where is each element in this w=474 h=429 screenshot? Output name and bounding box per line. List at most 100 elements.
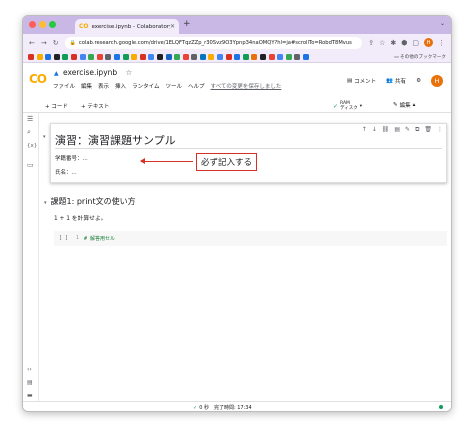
table-of-contents-icon[interactable]: ☰ (27, 115, 33, 123)
bookmark-icon[interactable] (79, 53, 86, 60)
close-window-icon[interactable] (29, 21, 36, 28)
extensions-puzzle-icon[interactable]: ⬢ (401, 39, 407, 47)
bookmark-icon[interactable] (156, 53, 163, 60)
bookmark-icon[interactable] (131, 53, 138, 60)
bookmark-icon[interactable] (225, 53, 232, 60)
share-button[interactable]: 👥 共有 (386, 77, 406, 85)
variables-icon[interactable]: {x} (27, 143, 37, 149)
collapse-section-icon[interactable]: ▾ (43, 134, 46, 140)
menu-runtime[interactable]: ランタイム (132, 82, 159, 90)
bookmark-icon[interactable] (251, 53, 258, 60)
forward-icon[interactable]: → (41, 39, 47, 47)
save-status[interactable]: すべての変更を保存しました (210, 82, 281, 90)
search-icon[interactable]: ⌕ (27, 128, 31, 137)
bookmark-icon[interactable] (122, 53, 129, 60)
move-up-icon[interactable]: ↑ (362, 126, 367, 134)
bookmark-icon[interactable] (165, 53, 172, 60)
resource-indicator[interactable]: ✓ RAM ディスク ▾ (333, 101, 362, 111)
code-comment[interactable]: # 解答用セル (84, 235, 115, 242)
minimize-window-icon[interactable] (39, 21, 46, 28)
bookmark-icon[interactable] (294, 53, 301, 60)
bookmark-icon[interactable] (45, 53, 52, 60)
bookmark-icon[interactable] (303, 53, 309, 60)
bookmark-icon[interactable] (88, 53, 95, 60)
delete-cell-icon[interactable]: 🗑 (424, 126, 432, 134)
browser-menu-icon[interactable]: ⋮ (438, 39, 445, 47)
notebook-content: ▾ ↑ ↓ ⛓ ▤ ✎ ⧉ 🗑 ⋮ 演習：演習課題サンプル 学籍番号：... 氏… (40, 113, 451, 403)
bookmark-icon[interactable] (234, 53, 241, 60)
menu-help[interactable]: ヘルプ (188, 82, 205, 90)
star-icon[interactable]: ☆ (126, 68, 133, 77)
bookmark-icon[interactable] (62, 53, 69, 60)
resource-dropdown-icon[interactable]: ▾ (360, 104, 362, 109)
bookmark-icon[interactable] (113, 53, 120, 60)
bookmark-icon[interactable] (36, 53, 43, 60)
comment-button[interactable]: ▤ コメント (347, 77, 376, 85)
bookmark-icon[interactable] (70, 53, 77, 60)
terminal-icon[interactable]: ▬ (27, 392, 33, 399)
link-icon[interactable]: ⛓ (382, 126, 390, 134)
bookmark-icon[interactable] (174, 53, 181, 60)
bookmark-icon[interactable] (182, 53, 189, 60)
header-actions: ▤ コメント 👥 共有 ⚙ H (347, 75, 443, 87)
bookmark-star-icon[interactable]: ☆ (379, 39, 385, 47)
sidepanel-icon[interactable]: ▢ (412, 39, 419, 47)
profile-avatar[interactable]: H (424, 38, 433, 47)
bookmark-icon[interactable] (105, 53, 112, 60)
back-icon[interactable]: ← (29, 39, 35, 47)
left-sidebar: ☰ ⌕ {x} ▭ ‹› ▤ ▬ (23, 113, 39, 403)
section-heading[interactable]: ▾ 課題1: print文の使い方 (44, 196, 136, 207)
menu-file[interactable]: ファイル (53, 82, 75, 90)
text-cell[interactable]: ▾ ↑ ↓ ⛓ ▤ ✎ ⧉ 🗑 ⋮ 演習：演習課題サンプル 学籍番号：... 氏… (43, 123, 447, 183)
bookmark-icon[interactable] (208, 53, 215, 60)
account-avatar[interactable]: H (431, 75, 443, 87)
files-folder-icon[interactable]: ▭ (27, 161, 34, 169)
callout-note: 必ず記入する (196, 153, 258, 171)
tab-search-icon[interactable]: ⌄ (440, 20, 445, 27)
bookmark-icon[interactable] (199, 53, 206, 60)
mirror-cell-icon[interactable]: ⧉ (415, 126, 419, 134)
run-cell-button[interactable]: [ ] (59, 235, 68, 241)
bookmark-icon[interactable] (28, 53, 34, 60)
edit-cell-icon[interactable]: ✎ (405, 126, 410, 134)
other-bookmarks-folder[interactable]: ▭ その他のブックマーク (394, 54, 446, 60)
bookmark-icon[interactable] (242, 53, 249, 60)
add-code-button[interactable]: + コード (45, 102, 68, 110)
notebook-filename[interactable]: exercise.ipynb (63, 68, 117, 77)
menu-edit[interactable]: 編集 (81, 82, 92, 90)
code-snippets-icon[interactable]: ‹› (27, 366, 32, 373)
bookmark-icon[interactable] (148, 53, 155, 60)
code-cell[interactable]: [ ] 1 # 解答用セル (54, 231, 447, 246)
menu-insert[interactable]: 挿入 (115, 82, 126, 90)
maximize-window-icon[interactable] (49, 21, 56, 28)
extension-icon[interactable]: ✱ (390, 39, 396, 47)
add-text-button[interactable]: + テキスト (81, 102, 109, 110)
edit-dropdown-icon: ▴ (412, 102, 416, 108)
menu-tools[interactable]: ツール (165, 82, 182, 90)
edit-button[interactable]: ✎ 編集 ▴ (393, 101, 415, 109)
address-bar[interactable]: 🔒 colab.research.google.com/drive/1ELQFT… (64, 36, 363, 49)
comment-cell-icon[interactable]: ▤ (394, 126, 400, 134)
bookmark-icon[interactable] (277, 53, 284, 60)
bookmark-icon[interactable] (191, 53, 198, 60)
reload-icon[interactable]: ↻ (53, 39, 59, 47)
move-down-icon[interactable]: ↓ (372, 126, 377, 134)
browser-tab[interactable]: CO exercise.ipynb - Colaboratory ✕ (75, 19, 179, 34)
command-palette-icon[interactable]: ▤ (27, 379, 33, 386)
new-tab-button[interactable]: + (183, 19, 191, 29)
collapse-section-icon[interactable]: ▾ (44, 200, 47, 206)
bookmark-icon[interactable] (285, 53, 292, 60)
bookmark-icon[interactable] (217, 53, 224, 60)
colab-logo[interactable]: CO (29, 72, 47, 86)
more-options-icon[interactable]: ⋮ (437, 126, 443, 134)
close-tab-icon[interactable]: ✕ (170, 23, 175, 30)
settings-gear-icon[interactable]: ⚙ (416, 78, 421, 84)
execution-status[interactable]: ✓ 0 秒 完了時間: 17:34 (193, 404, 252, 411)
menu-view[interactable]: 表示 (98, 82, 109, 90)
bookmark-icon[interactable] (53, 53, 60, 60)
bookmark-icon[interactable] (268, 53, 275, 60)
bookmark-icon[interactable] (96, 53, 103, 60)
bookmark-icon[interactable] (139, 53, 146, 60)
bookmark-icon[interactable] (260, 53, 267, 60)
share-page-icon[interactable]: ⇪ (368, 39, 374, 47)
